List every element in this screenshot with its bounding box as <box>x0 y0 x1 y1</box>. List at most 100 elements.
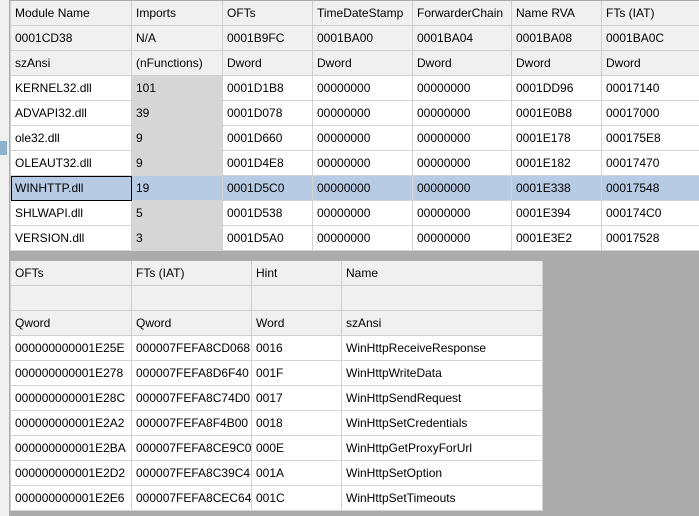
functions-headers-cell[interactable]: Name <box>341 261 543 286</box>
module-value-cell[interactable]: 0001D078 <box>222 100 313 126</box>
module-value-cell[interactable]: 00000000 <box>312 75 413 101</box>
module-value-cell[interactable]: 0001D5A0 <box>222 225 313 251</box>
module-value-cell[interactable]: 0001D1B8 <box>222 75 313 101</box>
function-name-cell[interactable]: WinHttpGetProxyForUrl <box>341 435 543 461</box>
module-name-cell[interactable]: SHLWAPI.dll <box>10 200 132 226</box>
module-value-cell[interactable]: 0001E338 <box>511 175 602 201</box>
imports-headers-cell[interactable]: OFTs <box>222 1 313 26</box>
functions-headers-cell[interactable]: FTs (IAT) <box>131 261 252 286</box>
module-value-cell[interactable]: 39 <box>131 100 223 126</box>
module-value-cell[interactable]: 0001D660 <box>222 125 313 151</box>
function-row[interactable]: 000000000001E2BA 000007FEFA8CE9C0 000E WinH… <box>10 435 543 461</box>
function-name-cell[interactable]: WinHttpWriteData <box>341 360 543 386</box>
module-value-cell[interactable]: 000175E8 <box>601 125 699 151</box>
function-value-cell[interactable]: 001C <box>251 485 342 511</box>
function-value-cell[interactable]: 000000000001E2D2 <box>10 460 132 486</box>
module-value-cell[interactable]: 00000000 <box>312 150 413 176</box>
module-value-cell[interactable]: 9 <box>131 150 223 176</box>
function-row[interactable]: 000000000001E2E6 000007FEFA8CEC64 001C WinH… <box>10 485 543 511</box>
module-value-cell[interactable]: 00000000 <box>412 100 512 126</box>
function-value-cell[interactable]: 000000000001E28C <box>10 385 132 411</box>
module-value-cell[interactable]: 0001D4E8 <box>222 150 313 176</box>
module-value-cell[interactable]: 00000000 <box>412 200 512 226</box>
module-value-cell[interactable]: 00000000 <box>412 225 512 251</box>
function-value-cell[interactable]: 000000000001E2E6 <box>10 485 132 511</box>
function-row[interactable]: 000000000001E25E 000007FEFA8CD068 0016 WinH… <box>10 335 543 361</box>
function-value-cell[interactable]: 000000000001E25E <box>10 335 132 361</box>
function-value-cell[interactable]: 000007FEFA8CEC64 <box>131 485 252 511</box>
module-row[interactable]: OLEAUT32.dll 9 0001D4E8 00000000 00000000 000… <box>10 150 699 176</box>
function-value-cell[interactable]: 000000000001E2BA <box>10 435 132 461</box>
imports-headers-cell[interactable]: ForwarderChain <box>412 1 512 26</box>
module-value-cell[interactable]: 00017140 <box>601 75 699 101</box>
module-value-cell[interactable]: 5 <box>131 200 223 226</box>
function-value-cell[interactable]: 000007FEFA8C39C4 <box>131 460 252 486</box>
imports-headers-cell[interactable]: Imports <box>131 1 223 26</box>
function-value-cell[interactable]: 0018 <box>251 410 342 436</box>
module-row[interactable]: KERNEL32.dll 101 0001D1B8 00000000 00000000 0… <box>10 75 699 101</box>
function-value-cell[interactable]: 000007FEFA8F4B00 <box>131 410 252 436</box>
module-value-cell[interactable]: 00000000 <box>312 125 413 151</box>
function-name-cell[interactable]: WinHttpSetOption <box>341 460 543 486</box>
module-name-cell[interactable]: ADVAPI32.dll <box>10 100 132 126</box>
function-value-cell[interactable]: 000007FEFA8CD068 <box>131 335 252 361</box>
imports-headers-cell[interactable]: FTs (IAT) <box>601 1 699 26</box>
imports-headers-cell[interactable]: Name RVA <box>511 1 602 26</box>
function-value-cell[interactable]: 000007FEFA8CE9C0 <box>131 435 252 461</box>
function-value-cell[interactable]: 001F <box>251 360 342 386</box>
module-value-cell[interactable]: 00000000 <box>312 100 413 126</box>
module-value-cell[interactable]: 00000000 <box>412 175 512 201</box>
functions-headers-cell[interactable]: Hint <box>251 261 342 286</box>
function-name-cell[interactable]: WinHttpSetTimeouts <box>341 485 543 511</box>
function-value-cell[interactable]: 000007FEFA8D6F40 <box>131 360 252 386</box>
splitter-handle[interactable] <box>0 141 7 155</box>
module-value-cell[interactable]: 00000000 <box>312 175 413 201</box>
function-value-cell[interactable]: 0017 <box>251 385 342 411</box>
module-value-cell[interactable]: 000174C0 <box>601 200 699 226</box>
function-value-cell[interactable]: 000007FEFA8C74D0 <box>131 385 252 411</box>
module-value-cell[interactable]: 00017000 <box>601 100 699 126</box>
module-value-cell[interactable]: 0001D538 <box>222 200 313 226</box>
module-value-cell[interactable]: 00000000 <box>412 150 512 176</box>
functions-headers-cell[interactable]: OFTs <box>10 261 132 286</box>
module-value-cell[interactable]: 3 <box>131 225 223 251</box>
module-name-cell[interactable]: KERNEL32.dll <box>10 75 132 101</box>
function-name-cell[interactable]: WinHttpReceiveResponse <box>341 335 543 361</box>
module-value-cell[interactable]: 101 <box>131 75 223 101</box>
module-row[interactable]: ADVAPI32.dll 39 0001D078 00000000 00000000 00… <box>10 100 699 126</box>
module-value-cell[interactable]: 00017528 <box>601 225 699 251</box>
module-value-cell[interactable]: 19 <box>131 175 223 201</box>
module-value-cell[interactable]: 0001DD96 <box>511 75 602 101</box>
function-value-cell[interactable]: 000000000001E2A2 <box>10 410 132 436</box>
module-row[interactable]: WINHTTP.dll 19 0001D5C0 00000000 00000000 000… <box>10 175 699 201</box>
function-value-cell[interactable]: 001A <box>251 460 342 486</box>
function-value-cell[interactable]: 000000000001E278 <box>10 360 132 386</box>
module-value-cell[interactable]: 00000000 <box>412 75 512 101</box>
module-value-cell[interactable]: 9 <box>131 125 223 151</box>
module-value-cell[interactable]: 0001D5C0 <box>222 175 313 201</box>
function-row[interactable]: 000000000001E2D2 000007FEFA8C39C4 001A WinH… <box>10 460 543 486</box>
module-value-cell[interactable]: 00000000 <box>312 225 413 251</box>
module-name-cell[interactable]: VERSION.dll <box>10 225 132 251</box>
module-name-cell[interactable]: WINHTTP.dll <box>10 175 132 201</box>
function-row[interactable]: 000000000001E2A2 000007FEFA8F4B00 0018 WinH… <box>10 410 543 436</box>
module-value-cell[interactable]: 00000000 <box>312 200 413 226</box>
module-row[interactable]: SHLWAPI.dll 5 0001D538 00000000 00000000 0001… <box>10 200 699 226</box>
module-value-cell[interactable]: 00000000 <box>412 125 512 151</box>
function-value-cell[interactable]: 000E <box>251 435 342 461</box>
module-value-cell[interactable]: 0001E3E2 <box>511 225 602 251</box>
function-name-cell[interactable]: WinHttpSendRequest <box>341 385 543 411</box>
module-value-cell[interactable]: 00017548 <box>601 175 699 201</box>
module-value-cell[interactable]: 0001E394 <box>511 200 602 226</box>
function-name-cell[interactable]: WinHttpSetCredentials <box>341 410 543 436</box>
function-row[interactable]: 000000000001E278 000007FEFA8D6F40 001F WinH… <box>10 360 543 386</box>
module-name-cell[interactable]: ole32.dll <box>10 125 132 151</box>
module-row[interactable]: ole32.dll 9 0001D660 00000000 00000000 0001E1… <box>10 125 699 151</box>
module-value-cell[interactable]: 0001E178 <box>511 125 602 151</box>
module-name-cell[interactable]: OLEAUT32.dll <box>10 150 132 176</box>
module-value-cell[interactable]: 0001E182 <box>511 150 602 176</box>
function-row[interactable]: 000000000001E28C 000007FEFA8C74D0 0017 WinH… <box>10 385 543 411</box>
module-value-cell[interactable]: 0001E0B8 <box>511 100 602 126</box>
module-value-cell[interactable]: 00017470 <box>601 150 699 176</box>
imports-headers-cell[interactable]: TimeDateStamp <box>312 1 413 26</box>
